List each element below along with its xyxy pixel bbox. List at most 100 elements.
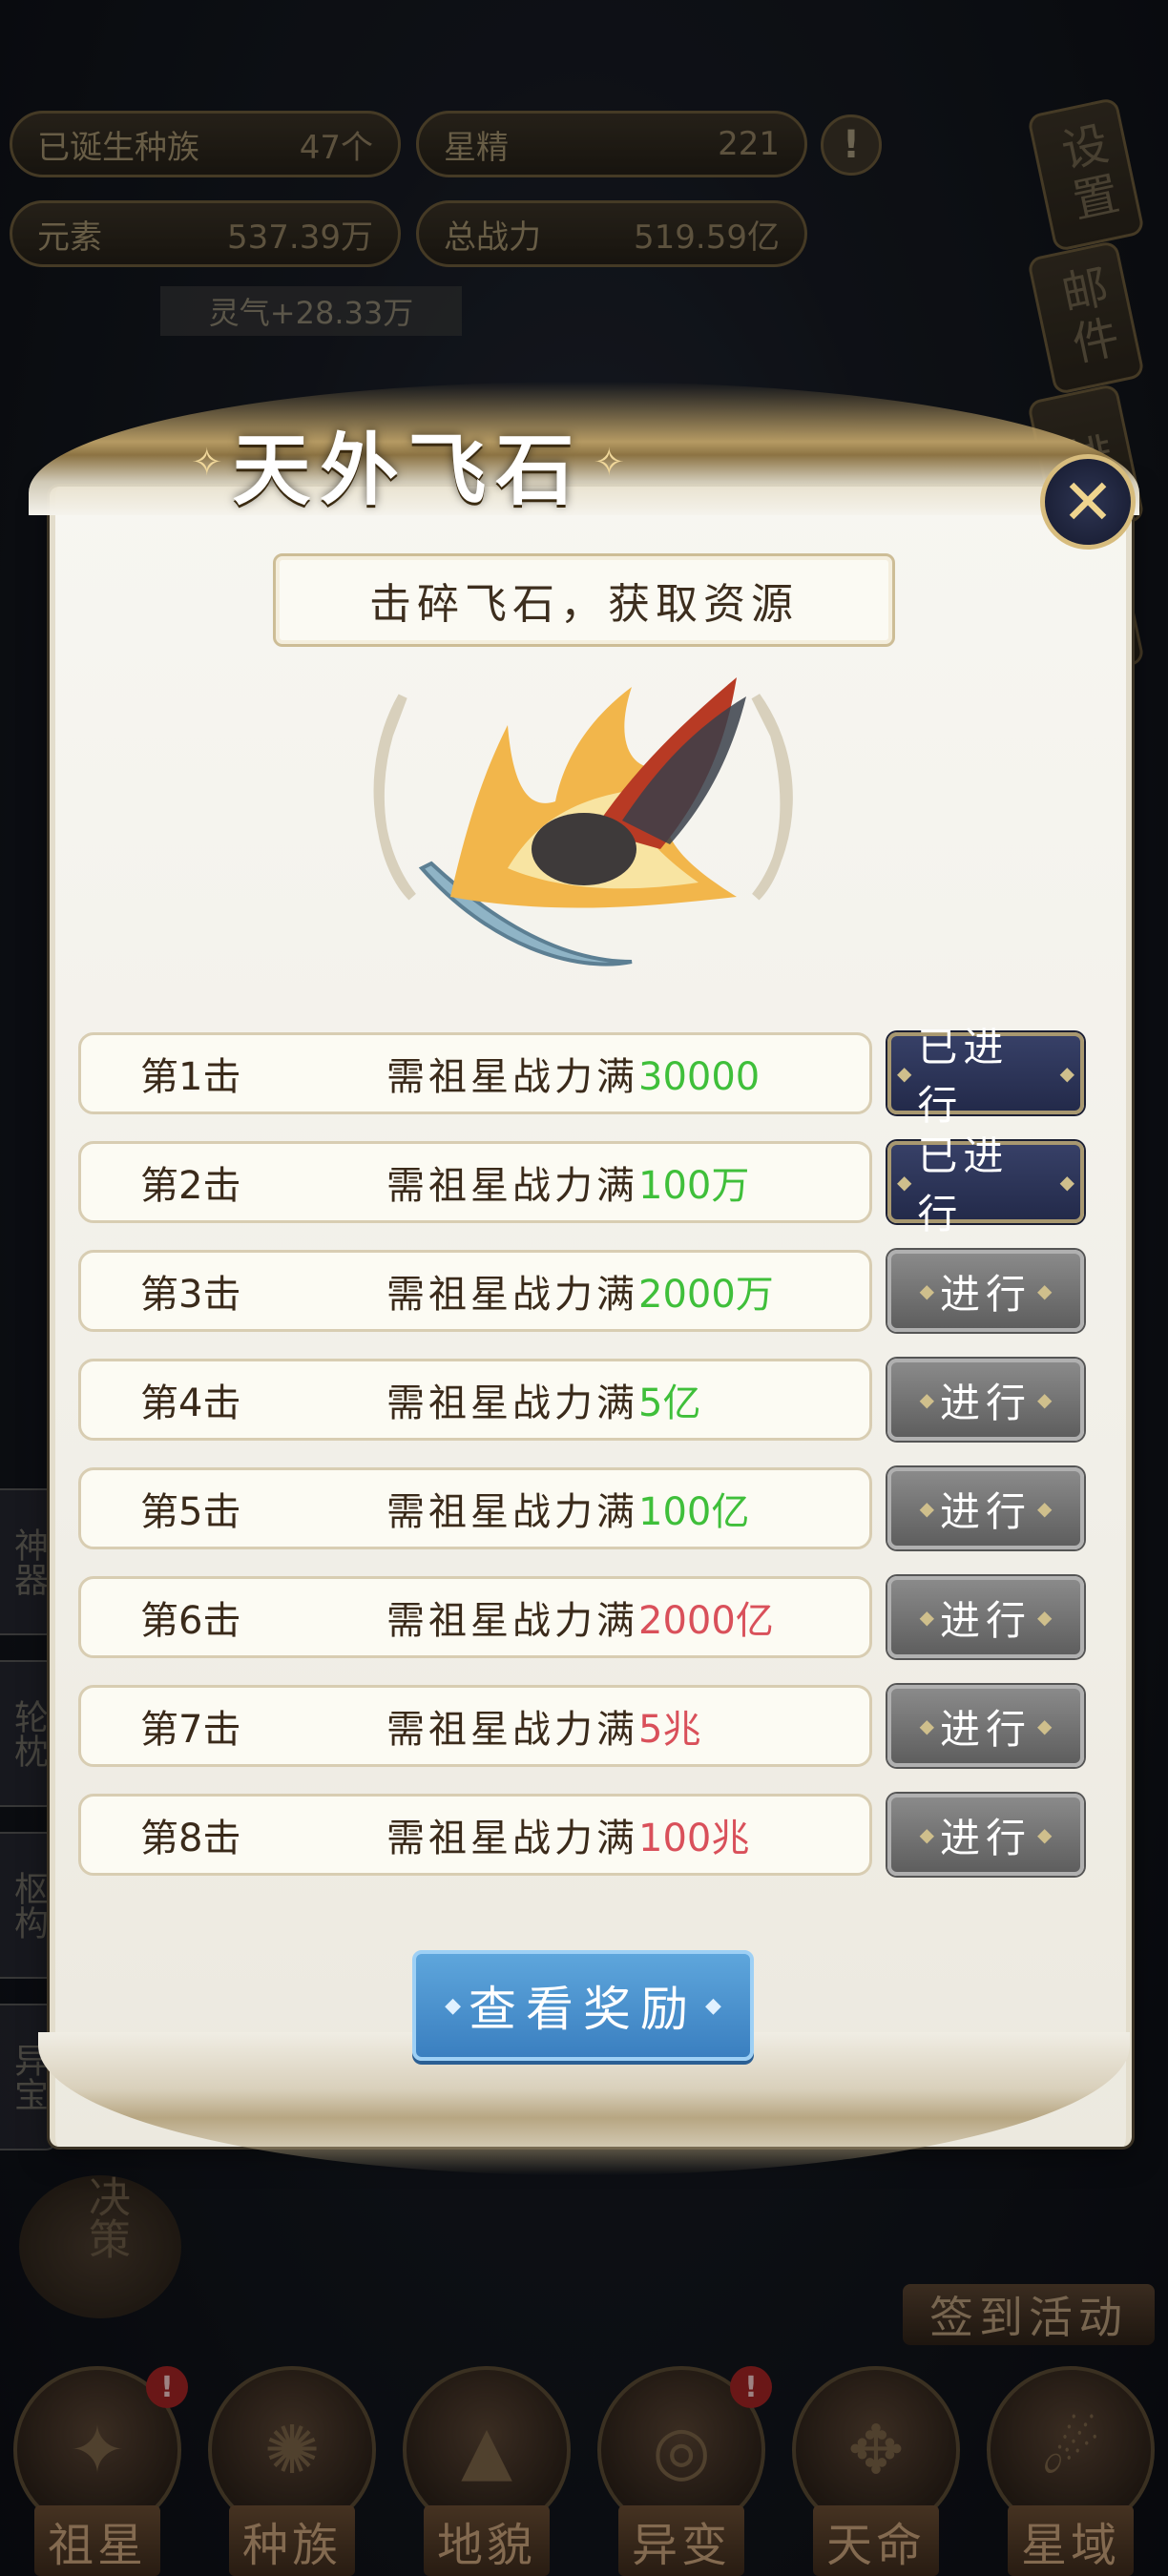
diamond-icon: ◆ (1059, 1171, 1074, 1194)
element-label: 元素 (37, 218, 102, 257)
born-races-label: 已诞生种族 (37, 128, 199, 167)
nav-terrain[interactable]: ▲ 地貌 (396, 2366, 577, 2576)
hud-born-races: 已诞生种族 47个 (10, 111, 401, 177)
requirement-prefix: 需祖星战力满 (386, 1164, 638, 1208)
diamond-icon: ◆ (1037, 1606, 1053, 1629)
total-power-value: 519.59亿 (634, 218, 780, 257)
born-races-value: 47个 (299, 128, 373, 167)
strike-label: 第2击 (140, 1164, 241, 1208)
notification-badge: ! (730, 2366, 772, 2408)
strike-row: 第8击 需祖星战力满100兆 (78, 1794, 872, 1876)
requirement-prefix: 需祖星战力满 (386, 1599, 638, 1643)
strike-button[interactable]: ◆ 已进行 ◆ (887, 1132, 1084, 1237)
requirement-value: 2000万 (638, 1273, 774, 1317)
strike-button-label: 进行 (939, 1270, 1032, 1318)
nav-label: 异变 (617, 2505, 744, 2576)
strike-row: 第7击 需祖星战力满5兆 (78, 1685, 872, 1767)
strike-button-label: 进行 (939, 1705, 1032, 1753)
close-button[interactable]: ✕ (1040, 454, 1136, 550)
diamond-icon: ◆ (1037, 1823, 1053, 1846)
nav-label: 祖星 (33, 2505, 160, 2576)
hud-star-essence: 星精 221 (416, 111, 807, 177)
requirement-prefix: 需祖星战力满 (386, 1055, 638, 1099)
hud-element: 元素 537.39万 (10, 200, 401, 267)
nav-ancestor-star[interactable]: ✦ 祖星 ! (7, 2366, 188, 2576)
left-tab-3[interactable]: 枢构 (0, 1832, 57, 1979)
nav-label: 星域 (1007, 2505, 1134, 2576)
nav-race[interactable]: ✺ 种族 (201, 2366, 383, 2576)
decide-button[interactable]: 决策 (19, 2175, 181, 2318)
requirement-value: 2000亿 (638, 1599, 774, 1643)
nav-label: 地貌 (423, 2505, 550, 2576)
view-rewards-button[interactable]: ◆ 查看奖励 ◆ (412, 1950, 754, 2061)
strike-requirement: 需祖星战力满100亿 (301, 1481, 749, 1536)
diamond-icon: ◆ (919, 1279, 934, 1302)
strike-requirement: 需祖星战力满5兆 (301, 1698, 700, 1754)
strike-button[interactable]: ◆ 已进行 ◆ (887, 1024, 1084, 1129)
nav-star-domain[interactable]: ☄ 星域 (980, 2366, 1161, 2576)
strike-row: 第2击 需祖星战力满100万 (78, 1141, 872, 1223)
left-tab-artifact[interactable]: 神器 (0, 1488, 57, 1635)
strike-row: 第4击 需祖星战力满5亿 (78, 1359, 872, 1441)
strike-label: 第7击 (140, 1708, 241, 1752)
view-rewards-label: 查看奖励 (469, 1982, 698, 2037)
nav-label: 天命 (812, 2505, 939, 2576)
star-essence-value: 221 (718, 125, 780, 163)
strike-row: 第6击 需祖星战力满2000亿 (78, 1576, 872, 1658)
modal-title: 天外飞石 (232, 424, 584, 516)
diamond-icon: ◆ (445, 1993, 461, 2018)
strike-label: 第1击 (140, 1055, 241, 1099)
strike-button[interactable]: ◆ 进行 ◆ (887, 1467, 1084, 1549)
requirement-value: 5兆 (638, 1708, 701, 1752)
left-tab-2[interactable]: 轮枕 (0, 1660, 57, 1807)
strike-button-label: 进行 (939, 1596, 1032, 1644)
strike-button[interactable]: ◆ 进行 ◆ (887, 1359, 1084, 1441)
strike-button[interactable]: ◆ 进行 ◆ (887, 1685, 1084, 1767)
diamond-icon: ◆ (919, 1714, 934, 1737)
bottom-nav: ✦ 祖星 ! ✺ 种族 ▲ 地貌 ◎ 异变 ! ✥ 天命 ☄ 星域 (0, 2357, 1168, 2576)
strike-label: 第3击 (140, 1273, 241, 1317)
meteor-illustration (373, 677, 793, 966)
star-essence-label: 星精 (444, 128, 509, 167)
requirement-prefix: 需祖星战力满 (386, 1381, 638, 1425)
strike-label: 第4击 (140, 1381, 241, 1425)
diamond-icon: ◆ (1037, 1388, 1053, 1411)
requirement-prefix: 需祖星战力满 (386, 1490, 638, 1534)
strike-button[interactable]: ◆ 进行 ◆ (887, 1794, 1084, 1876)
settings-button[interactable]: 设置 (1026, 96, 1146, 253)
strike-label: 第6击 (140, 1599, 241, 1643)
requirement-prefix: 需祖星战力满 (386, 1273, 638, 1317)
strike-button[interactable]: ◆ 进行 ◆ (887, 1250, 1084, 1332)
strike-label: 第5击 (140, 1490, 241, 1534)
requirement-prefix: 需祖星战力满 (386, 1708, 638, 1752)
element-value: 537.39万 (227, 218, 373, 257)
mail-button[interactable]: 邮件 (1026, 239, 1146, 396)
sparkle-icon: ✧ (191, 441, 223, 485)
diamond-icon: ◆ (919, 1388, 934, 1411)
nav-label: 种族 (228, 2505, 355, 2576)
lingqi-rate: 灵气+28.33万 (160, 286, 462, 336)
sparkle-icon: ✧ (593, 441, 626, 485)
strike-requirement: 需祖星战力满100兆 (301, 1807, 749, 1862)
nav-mutation[interactable]: ◎ 异变 ! (591, 2366, 772, 2576)
signin-activity-button[interactable]: 签到活动 (903, 2284, 1155, 2345)
strike-button-label: 进行 (939, 1379, 1032, 1426)
requirement-value: 100万 (638, 1164, 750, 1208)
diamond-icon: ◆ (897, 1062, 912, 1085)
diamond-icon: ◆ (1037, 1279, 1053, 1302)
diamond-icon: ◆ (1059, 1062, 1074, 1085)
strike-button[interactable]: ◆ 进行 ◆ (887, 1576, 1084, 1658)
diamond-icon: ◆ (1037, 1497, 1053, 1520)
diamond-icon: ◆ (919, 1497, 934, 1520)
diamond-icon: ◆ (897, 1171, 912, 1194)
nav-destiny[interactable]: ✥ 天命 (785, 2366, 967, 2576)
requirement-value: 100亿 (638, 1490, 750, 1534)
strike-row: 第5击 需祖星战力满100亿 (78, 1467, 872, 1549)
smoke-swirl-right (751, 694, 793, 901)
left-tab-treasure[interactable]: 异宝 (0, 2004, 57, 2150)
warning-icon[interactable]: ! (821, 114, 882, 176)
total-power-label: 总战力 (444, 218, 541, 257)
strike-requirement: 需祖星战力满5亿 (301, 1372, 700, 1427)
close-icon: ✕ (1061, 465, 1115, 539)
smoke-swirl-left (373, 694, 416, 901)
